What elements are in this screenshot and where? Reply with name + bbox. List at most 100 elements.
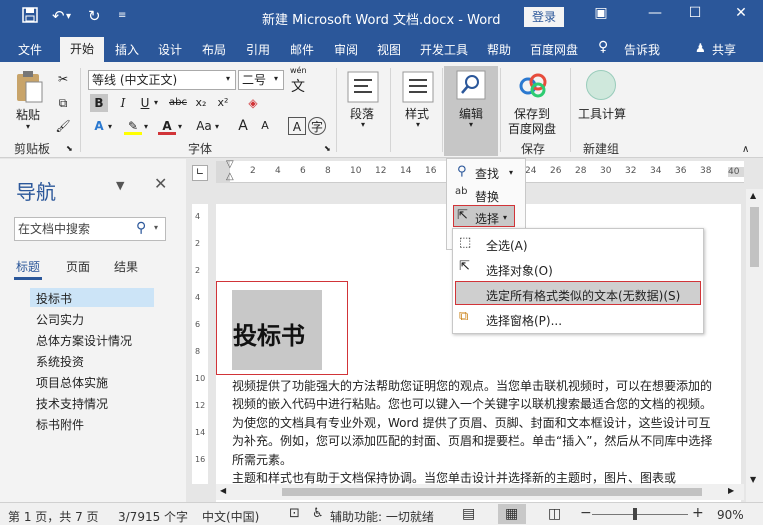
select-objects-item[interactable]: 选择对象(O) (486, 262, 553, 279)
ribbon-display-options-icon[interactable]: ▣ (586, 5, 616, 21)
find-icon[interactable]: ⚲ (457, 164, 467, 179)
calculator-icon[interactable] (586, 70, 616, 100)
text-effects-dropdown-icon[interactable]: ▾ (108, 122, 112, 131)
tab-review[interactable]: 审阅 (334, 41, 358, 58)
language-status[interactable]: 中文(中国) (202, 508, 259, 525)
tell-me-search[interactable]: 告诉我 (624, 41, 660, 58)
page-count[interactable]: 第 1 页，共 7 页 (8, 508, 99, 525)
select-dropdown-icon[interactable]: ▾ (503, 213, 507, 222)
tab-insert[interactable]: 插入 (115, 41, 139, 58)
first-line-indent-marker-icon[interactable]: ▽ (226, 159, 234, 170)
nav-close-icon[interactable]: ✕ (154, 174, 167, 193)
body-line[interactable]: 为使您的文档具有专业外观，Word 提供了页眉、页脚、封面和文本框设计，这些设计… (232, 414, 711, 433)
accessibility-icon[interactable]: ♿ (312, 506, 324, 521)
clear-formatting-icon[interactable]: ◈ (244, 94, 262, 112)
font-name-combo[interactable]: 等线 (中文正文) (88, 70, 236, 90)
select-all-item[interactable]: 全选(A) (486, 237, 528, 254)
tab-baidu-netdisk[interactable]: 百度网盘 (530, 41, 578, 58)
grow-font-icon[interactable]: A (234, 117, 252, 135)
nav-tab-pages[interactable]: 页面 (66, 258, 90, 275)
vertical-scroll-thumb[interactable] (750, 207, 759, 267)
vertical-ruler[interactable]: 4 2 2 4 6 8 10 12 14 16 (192, 204, 208, 484)
styles-dropdown-icon[interactable]: ▾ (416, 120, 420, 129)
maximize-icon[interactable]: ☐ (680, 5, 710, 21)
select-label[interactable]: 选择 (475, 210, 499, 227)
tab-selector-icon[interactable]: ∟ (192, 165, 208, 181)
tab-mailings[interactable]: 邮件 (290, 41, 314, 58)
close-icon[interactable]: ✕ (726, 5, 756, 21)
baidu-cloud-icon[interactable] (518, 72, 548, 100)
document-heading[interactable]: 投标书 (233, 316, 305, 351)
bold-icon[interactable]: B (90, 94, 108, 112)
search-icon[interactable]: ⚲ (136, 220, 146, 236)
tab-design[interactable]: 设计 (158, 41, 182, 58)
character-border-icon[interactable]: A (288, 117, 306, 135)
redo-icon[interactable]: ↻ (88, 7, 101, 25)
hanging-indent-marker-icon[interactable]: △ (226, 171, 234, 182)
zoom-out-button[interactable]: − (580, 505, 592, 521)
undo-icon[interactable]: ↶ (52, 7, 65, 25)
paragraph-dropdown-icon[interactable]: ▾ (361, 120, 365, 129)
shrink-font-icon[interactable]: A (256, 117, 274, 135)
body-line[interactable]: 视频提供了功能强大的方法帮助您证明您的观点。当您单击联机视频时，可以在想要添加的 (232, 377, 712, 396)
nav-tab-headings[interactable]: 标题 (16, 258, 40, 275)
scroll-down-icon[interactable]: ▼ (750, 475, 756, 484)
select-similar-format-item[interactable]: 选定所有格式类似的文本(无数据)(S) (486, 287, 680, 304)
phonetic-guide-icon[interactable]: 文 (291, 76, 305, 96)
nav-heading-item[interactable]: 系统投资 (36, 353, 84, 370)
italic-icon[interactable]: I (114, 94, 132, 112)
customize-quick-access-icon[interactable]: ≡ (118, 10, 126, 21)
highlight-icon[interactable]: ✎ (124, 117, 142, 135)
highlight-dropdown-icon[interactable]: ▾ (144, 122, 148, 131)
collapse-ribbon-icon[interactable]: ∧ (742, 144, 749, 155)
nav-heading-item[interactable]: 项目总体实施 (36, 374, 108, 391)
change-case-dropdown-icon[interactable]: ▾ (215, 122, 219, 131)
undo-dropdown-icon[interactable]: ▾ (66, 11, 71, 22)
strikethrough-icon[interactable]: abc (168, 94, 188, 112)
web-layout-icon[interactable]: ◫ (548, 506, 561, 522)
clipboard-launcher-icon[interactable]: ⬊ (66, 144, 73, 153)
tab-references[interactable]: 引用 (246, 41, 270, 58)
save-icon[interactable] (22, 7, 38, 27)
find-magnifier-icon[interactable] (456, 70, 486, 100)
nav-tab-results[interactable]: 结果 (114, 258, 138, 275)
superscript-icon[interactable]: x² (214, 94, 232, 112)
paste-dropdown-icon[interactable]: ▾ (26, 122, 30, 131)
vertical-scrollbar[interactable]: ▲ ▼ (746, 189, 763, 502)
horizontal-scrollbar[interactable]: ◀ ▶ (216, 484, 744, 500)
focus-mode-icon[interactable]: ▤ (462, 506, 475, 522)
nav-heading-item[interactable]: 总体方案设计情况 (36, 332, 132, 349)
scroll-left-icon[interactable]: ◀ (220, 486, 226, 495)
find-dropdown-icon[interactable]: ▾ (509, 168, 513, 177)
minimize-icon[interactable]: — (640, 5, 670, 21)
zoom-slider-thumb[interactable] (633, 508, 637, 520)
change-case-icon[interactable]: Aa (192, 117, 216, 135)
editing-dropdown-icon[interactable]: ▾ (469, 120, 473, 129)
font-name-dropdown-icon[interactable]: ▾ (226, 74, 230, 83)
share-button[interactable]: 共享 (712, 41, 736, 58)
styles-icon[interactable] (401, 70, 435, 104)
tool-calc-label[interactable]: 工具计算 (578, 105, 626, 122)
enclose-characters-icon[interactable]: 字 (308, 117, 326, 135)
login-button[interactable]: 登录 (524, 7, 564, 27)
font-size-dropdown-icon[interactable]: ▾ (274, 74, 278, 83)
macro-record-icon[interactable]: ⊡ (289, 506, 300, 521)
zoom-slider-track[interactable] (592, 514, 688, 515)
tab-help[interactable]: 帮助 (487, 41, 511, 58)
nav-heading-item[interactable]: 技术支持情况 (36, 395, 108, 412)
selection-pane-item[interactable]: 选择窗格(P)... (486, 312, 562, 329)
scroll-up-icon[interactable]: ▲ (750, 191, 756, 200)
body-line[interactable]: 为补充。例如，您可以添加匹配的封面、页眉和提要栏。单击“插入”，然后从不同库中选… (232, 432, 712, 451)
underline-icon[interactable]: U (136, 94, 154, 112)
paste-label[interactable]: 粘贴 (16, 106, 40, 123)
copy-icon[interactable]: ⧉ (54, 94, 72, 112)
scroll-right-icon[interactable]: ▶ (728, 486, 734, 495)
subscript-icon[interactable]: x₂ (192, 94, 210, 112)
save-to-baidu-label-line2[interactable]: 百度网盘 (508, 120, 556, 137)
replace-icon[interactable]: ab (455, 186, 467, 197)
word-count[interactable]: 3/7915 个字 (118, 508, 188, 525)
tab-home[interactable]: 开始 (60, 37, 104, 62)
share-icon[interactable]: ♟ (695, 41, 706, 55)
underline-dropdown-icon[interactable]: ▾ (154, 98, 158, 107)
tab-file[interactable]: 文件 (18, 41, 42, 58)
